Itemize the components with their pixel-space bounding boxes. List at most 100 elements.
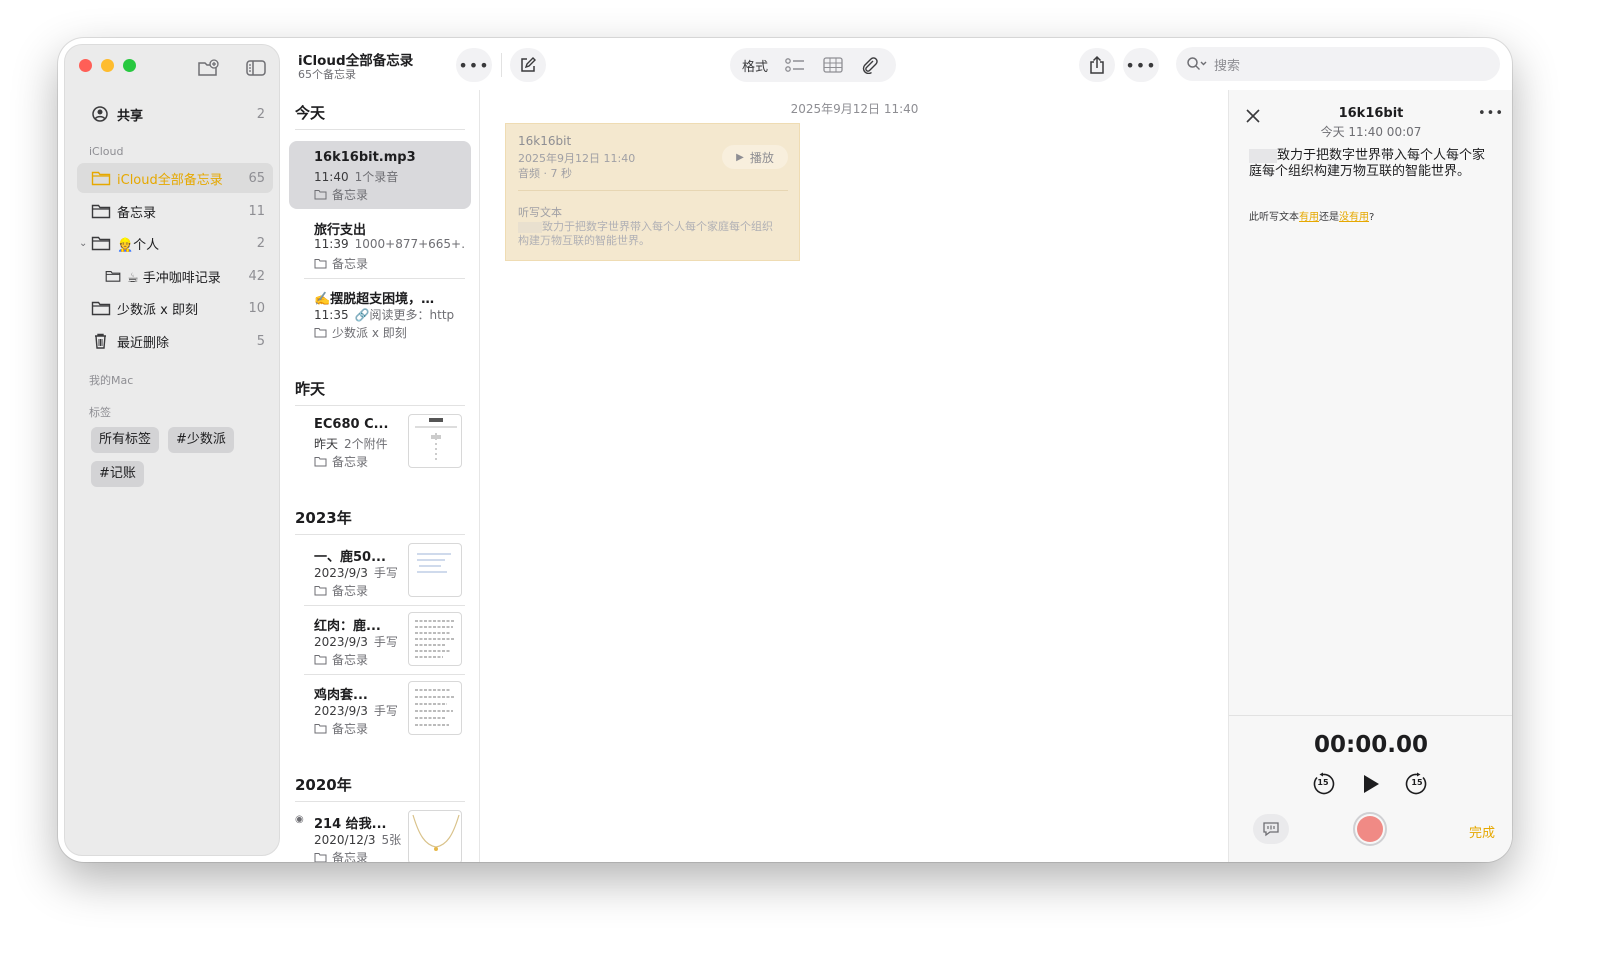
person-circle-icon: [92, 106, 108, 122]
sidebar-item-personal[interactable]: ⌄ 👷个人 2: [77, 228, 273, 258]
feedback-suffix: ?: [1369, 212, 1375, 223]
note-thumbnail: [408, 543, 462, 597]
note-thumbnail: [408, 414, 462, 468]
panel-title: 16k16bit: [1338, 106, 1404, 121]
divider: [295, 801, 465, 802]
sidebar-item-coffee[interactable]: ☕ 手冲咖啡记录 42: [77, 261, 273, 291]
zoom-window-button[interactable]: [123, 59, 136, 72]
note-preview: 1个录音: [354, 170, 399, 184]
note-title: 16k16bit.mp3: [314, 150, 416, 165]
recording-panel: 16k16bit 今天 11:40 00:07 ••• 致力于把数字世界带入每个…: [1228, 90, 1512, 862]
sidebar-toggle-icon[interactable]: [245, 59, 267, 77]
folder-icon: [314, 190, 327, 200]
skip-forward-button[interactable]: 15: [1405, 772, 1429, 796]
format-button[interactable]: 格式: [742, 56, 768, 75]
note-folder: 备忘录: [332, 584, 369, 598]
redacted-block: [518, 221, 542, 233]
folder-icon: [314, 328, 327, 338]
note-folder: 备忘录: [332, 257, 369, 271]
sidebar-item-count: 2: [256, 235, 265, 251]
skip-back-button[interactable]: 15: [1311, 772, 1335, 796]
sidebar-item-icloud-all[interactable]: iCloud全部备忘录 65: [77, 163, 273, 193]
folder-icon: [314, 259, 327, 269]
note-folder: 备忘录: [332, 653, 369, 667]
note-folder: 少数派 x 即刻: [332, 326, 407, 340]
note-title: ✍️摆脱超支困境，…: [314, 292, 435, 307]
note-item[interactable]: EC680 C... 昨天 2个附件 备忘录: [289, 408, 471, 476]
note-item[interactable]: 红肉：鹿... 2023/9/3 手写 备忘录: [289, 606, 471, 674]
checklist-icon[interactable]: [784, 56, 806, 74]
chevron-down-icon[interactable]: ⌄: [79, 238, 87, 249]
sidebar-item-notes[interactable]: 备忘录 11: [77, 196, 273, 226]
note-preview: 2个附件: [344, 437, 388, 451]
folder-icon: [314, 457, 327, 467]
folder-icon: [105, 271, 121, 282]
minimize-window-button[interactable]: [101, 59, 114, 72]
divider: [518, 190, 788, 191]
section-header-today: 今天: [295, 104, 326, 122]
tag-sspai[interactable]: #少数派: [168, 427, 234, 453]
transcript-toggle-button[interactable]: [1253, 814, 1289, 844]
play-label: 播放: [749, 150, 774, 165]
note-item[interactable]: 16k16bit.mp3 11:40 1个录音 备忘录: [289, 141, 471, 209]
divider: [295, 129, 465, 130]
note-date: 2025年9月12日 11:40: [790, 102, 919, 116]
search-field[interactable]: 搜索: [1176, 47, 1500, 81]
format-toolbar: 格式: [730, 48, 896, 82]
paperclip-icon[interactable]: [860, 56, 880, 74]
note-time: 昨天: [314, 437, 339, 451]
note-item[interactable]: ✍️摆脱超支困境，… 11:35 🔗阅读更多：http 少数派 x 即刻: [289, 279, 471, 347]
ellipsis-icon[interactable]: •••: [1478, 106, 1504, 121]
note-item[interactable]: 旅行支出 11:39 1000+877+665+… 备忘录: [289, 210, 471, 278]
sidebar-item-recently-deleted[interactable]: 最近删除 5: [77, 326, 273, 356]
note-title: 红肉：鹿...: [314, 619, 381, 634]
divider: [1229, 715, 1512, 716]
play-button[interactable]: ▶ 播放: [722, 145, 788, 169]
shared-person-icon: ◉: [295, 814, 304, 825]
tag-bookkeeping[interactable]: #记账: [91, 461, 144, 487]
new-folder-icon[interactable]: [197, 59, 219, 77]
search-input[interactable]: 搜索: [1214, 55, 1240, 74]
note-item[interactable]: 一、鹿50... 2023/9/3 手写 备忘录: [289, 537, 471, 605]
audio-recording-card[interactable]: 16k16bit 2025年9月12日 11:40 音频 · 7 秒 ▶ 播放 …: [505, 123, 800, 261]
share-icon: [1090, 55, 1104, 74]
ellipsis-icon: •••: [458, 55, 490, 75]
sidebar-item-count: 5: [256, 333, 265, 349]
compose-button[interactable]: [510, 48, 546, 82]
speech-bubble-icon: [1263, 822, 1279, 837]
feedback-useless-link[interactable]: 没有用: [1339, 212, 1369, 223]
sidebar-item-shared[interactable]: 共享 2: [77, 99, 273, 129]
more-options-button[interactable]: •••: [456, 48, 492, 82]
done-button[interactable]: 完成: [1469, 822, 1495, 841]
sidebar-item-sspai[interactable]: 少数派 x 即刻 10: [77, 293, 273, 323]
record-dot-icon: [1357, 816, 1383, 842]
sidebar-item-label: 共享: [117, 108, 144, 124]
note-folder: 备忘录: [332, 851, 369, 862]
folder-icon: [314, 853, 327, 862]
play-icon[interactable]: [1361, 773, 1381, 795]
share-button[interactable]: [1079, 48, 1115, 82]
table-icon[interactable]: [822, 56, 844, 74]
sidebar-item-count: 42: [248, 268, 265, 284]
note-editor[interactable]: 2025年9月12日 11:40 16k16bit 2025年9月12日 11:…: [481, 90, 1228, 862]
sidebar-item-label: 最近删除: [117, 335, 170, 351]
section-header-2023: 2023年: [295, 509, 352, 527]
close-window-button[interactable]: [79, 59, 92, 72]
note-item[interactable]: 鸡肉套... 2023/9/3 手写 备忘录: [289, 675, 471, 743]
transcript-feedback: 此听写文本有用还是没有用?: [1249, 208, 1374, 223]
record-button[interactable]: [1353, 812, 1387, 846]
section-header-2020: 2020年: [295, 776, 352, 794]
transcript-text-content: 致力于把数字世界带入每个人每个家庭每个组织构建万物互联的智能世界。: [518, 220, 773, 247]
tag-all[interactable]: 所有标签: [91, 427, 160, 453]
note-folder: 备忘录: [332, 188, 369, 202]
note-preview: 手写: [373, 635, 398, 649]
folder-icon: [314, 586, 327, 596]
note-preview: 🔗阅读更多：http: [354, 308, 455, 322]
feedback-useful-link[interactable]: 有用: [1299, 212, 1319, 223]
redacted-block: [1249, 148, 1277, 163]
more-actions-button[interactable]: •••: [1123, 48, 1159, 82]
recording-meta: 音频 · 7 秒: [518, 167, 572, 180]
note-count: 65个备忘录: [298, 68, 356, 81]
note-title: 一、鹿50...: [314, 550, 386, 565]
note-item[interactable]: ◉ 214 给我... 2020/12/3 5张 备忘录: [289, 804, 471, 862]
